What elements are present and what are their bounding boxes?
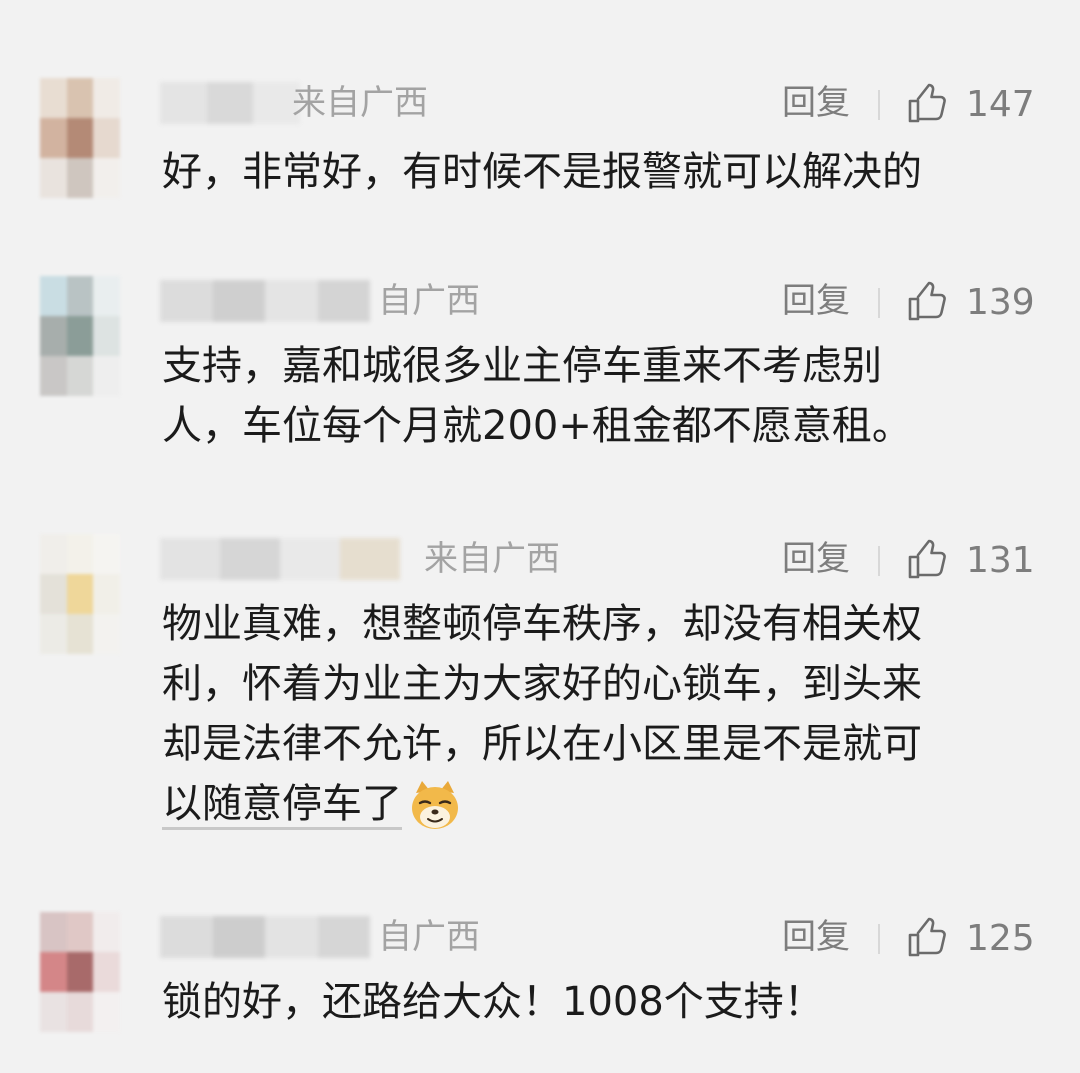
like-count: 125: [966, 917, 1035, 959]
like-button[interactable]: 125: [906, 914, 1035, 962]
divider: [878, 924, 880, 954]
thumbs-up-icon: [908, 83, 946, 123]
comment-text-line-last: 以随意停车了: [162, 774, 1032, 834]
comment-location: 来自广西: [292, 83, 428, 123]
like-button[interactable]: 139: [906, 278, 1035, 326]
avatar[interactable]: [40, 78, 120, 198]
thumbs-up-icon: [908, 917, 946, 957]
comment-text: 支持，嘉和城很多业主停车重来不考虑别 人，车位每个月就200+租金都不愿意租。: [162, 336, 1032, 456]
divider: [878, 90, 880, 120]
comment-text-line: 利，怀着为业主为大家好的心锁车，到头来: [162, 661, 922, 707]
doge-emoji-icon: [412, 781, 458, 829]
username-blurred[interactable]: [160, 280, 370, 322]
comment-text-fragment: 以随意停车了: [162, 781, 402, 830]
like-button[interactable]: 147: [906, 80, 1035, 128]
username-blurred[interactable]: [160, 916, 370, 958]
reply-button[interactable]: 回复: [782, 78, 850, 128]
like-count: 139: [966, 281, 1035, 323]
like-button[interactable]: 131: [906, 536, 1035, 584]
divider: [878, 288, 880, 318]
like-count: 131: [966, 539, 1035, 581]
comment-text: 锁的好，还路给大众！1008个支持！: [162, 972, 1032, 1032]
reply-button[interactable]: 回复: [782, 276, 850, 326]
thumbs-up-icon: [908, 281, 946, 321]
comment-text-line: 物业真难，想整顿停车秩序，却没有相关权: [162, 601, 922, 647]
comment-text: 物业真难，想整顿停车秩序，却没有相关权 利，怀着为业主为大家好的心锁车，到头来 …: [162, 594, 1032, 834]
comment-location: 来自广西: [424, 539, 560, 579]
comment-text-line: 锁的好，还路给大众！1008个支持！: [162, 979, 824, 1025]
username-blurred[interactable]: [160, 538, 400, 580]
reply-button[interactable]: 回复: [782, 912, 850, 962]
comment-text-line: 却是法律不允许，所以在小区里是不是就可: [162, 721, 922, 767]
comment-text-line: 人，车位每个月就200+租金都不愿意租。: [162, 403, 912, 449]
comment-text-line: 好，非常好，有时候不是报警就可以解决的: [162, 149, 922, 195]
reply-button[interactable]: 回复: [782, 534, 850, 584]
like-count: 147: [966, 83, 1035, 125]
comment-text: 好，非常好，有时候不是报警就可以解决的: [162, 142, 1032, 202]
divider: [878, 546, 880, 576]
avatar[interactable]: [40, 912, 120, 1032]
avatar[interactable]: [40, 276, 120, 396]
comment-location: 自广西: [378, 281, 480, 321]
avatar[interactable]: [40, 534, 120, 654]
username-blurred[interactable]: [160, 82, 301, 124]
comment-location: 自广西: [378, 917, 480, 957]
thumbs-up-icon: [908, 539, 946, 579]
comment-text-line: 支持，嘉和城很多业主停车重来不考虑别: [162, 343, 882, 389]
